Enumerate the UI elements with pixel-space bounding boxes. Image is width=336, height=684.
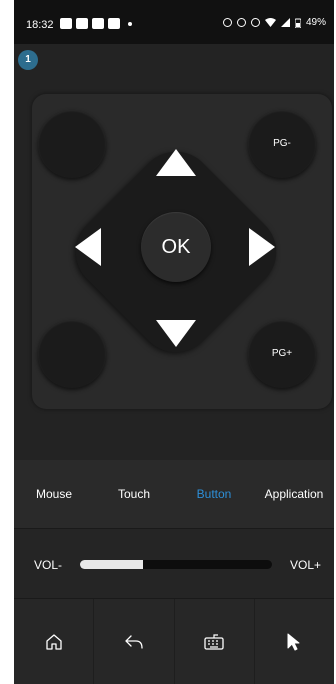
status-bar: 18:32 49% bbox=[14, 0, 334, 44]
more-notifications-icon bbox=[128, 21, 132, 26]
tab-button[interactable]: Button bbox=[174, 460, 254, 528]
message-icon bbox=[60, 18, 72, 29]
home-icon bbox=[45, 634, 62, 650]
battery-percent: 49% bbox=[305, 17, 326, 28]
keyboard-icon bbox=[204, 634, 224, 650]
down-arrow-icon[interactable] bbox=[156, 320, 196, 347]
device-badge[interactable]: 1 bbox=[18, 50, 38, 70]
tab-mouse[interactable]: Mouse bbox=[14, 460, 94, 528]
status-time: 18:32 bbox=[26, 19, 54, 31]
signal-icon bbox=[280, 18, 290, 27]
cursor-button[interactable] bbox=[255, 599, 334, 684]
keyboard-button[interactable] bbox=[175, 599, 255, 684]
battery-icon bbox=[294, 18, 301, 28]
left-arrow-icon[interactable] bbox=[75, 228, 101, 266]
remote-app-screen: 18:32 49% 1 PG- PG+ OK Mouse Touch Butto… bbox=[14, 0, 334, 684]
volume-level bbox=[80, 560, 144, 569]
volume-slider[interactable] bbox=[80, 560, 272, 569]
alarm-icon bbox=[236, 18, 246, 27]
back-button[interactable] bbox=[94, 599, 175, 684]
video-icon bbox=[108, 18, 120, 29]
ok-button[interactable]: OK bbox=[141, 212, 211, 282]
notification-icons bbox=[60, 18, 132, 29]
up-arrow-icon[interactable] bbox=[156, 149, 196, 176]
volume-up-button[interactable]: VOL+ bbox=[290, 558, 321, 572]
volume-down-button[interactable]: VOL- bbox=[34, 558, 62, 572]
vibrate-icon bbox=[250, 18, 260, 27]
chat-icon bbox=[76, 18, 88, 29]
bottom-nav bbox=[14, 598, 334, 684]
app-icon bbox=[92, 18, 104, 29]
home-button[interactable] bbox=[14, 599, 95, 684]
wifi-icon bbox=[264, 18, 276, 27]
back-icon bbox=[125, 635, 143, 649]
tab-touch[interactable]: Touch bbox=[94, 460, 174, 528]
tab-application[interactable]: Application bbox=[254, 460, 334, 528]
cursor-icon bbox=[287, 633, 300, 651]
mode-tabs: Mouse Touch Button Application bbox=[14, 460, 334, 528]
right-arrow-icon[interactable] bbox=[249, 228, 275, 266]
dpad: OK bbox=[57, 133, 295, 371]
link-icon bbox=[222, 18, 232, 27]
volume-control: VOL- VOL+ bbox=[14, 528, 334, 599]
system-icons: 49% bbox=[222, 17, 326, 28]
